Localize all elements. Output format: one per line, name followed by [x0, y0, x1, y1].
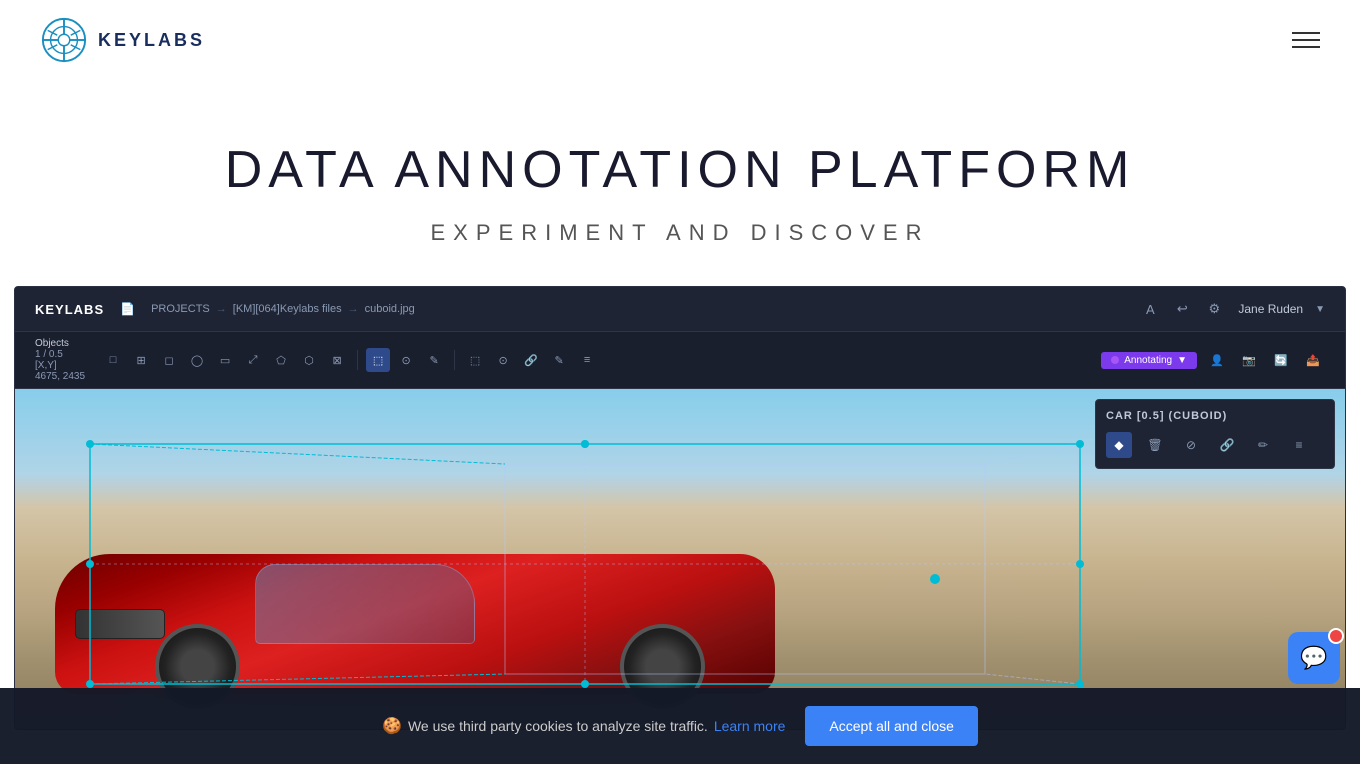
main-header: KEYLABS	[0, 0, 1360, 80]
keypoint-tool-btn[interactable]: ⊙	[394, 348, 418, 372]
windshield	[255, 564, 475, 644]
chat-widget-button[interactable]: 💬	[1288, 632, 1340, 684]
layers-tool-btn[interactable]: ≡	[575, 348, 599, 372]
annotating-label: Annotating	[1124, 355, 1172, 366]
undo-icon[interactable]: ↩	[1170, 297, 1194, 321]
app-header-bar: KEYLABS 📄 PROJECTS → [KM][064]Keylabs fi…	[15, 287, 1345, 332]
keylabs-logo-icon	[40, 16, 88, 64]
rect-tool-btn[interactable]: ▭	[213, 348, 237, 372]
bbox-tool-btn[interactable]: ⬚	[366, 348, 390, 372]
hero-section: DATA ANNOTATION PLATFORM EXPERIMENT AND …	[0, 80, 1360, 286]
hero-title: DATA ANNOTATION PLATFORM	[20, 140, 1340, 200]
toolbar-separator-2	[454, 350, 455, 370]
learn-more-link[interactable]: Learn more	[714, 718, 786, 734]
annotating-chevron: ▼	[1177, 355, 1187, 366]
shape-tool-btn[interactable]: ⬠	[269, 348, 293, 372]
app-toolbar: Objects 1 / 0.5 [X,Y] 4675, 2435 □ ⊞ ◻ ◯…	[15, 332, 1345, 389]
app-canvas-area: CAR [0.5] (CUBOID) ◆ 🗑 ⊘ 🔗 ✏ ≡	[15, 389, 1345, 729]
panel-delete-icon[interactable]: 🗑	[1142, 432, 1168, 458]
logo-container: KEYLABS	[40, 16, 205, 64]
accept-cookies-button[interactable]: Accept all and close	[805, 706, 978, 746]
cookie-banner: 🍪 We use third party cookies to analyze …	[0, 688, 1360, 764]
hero-subtitle: EXPERIMENT AND DISCOVER	[20, 220, 1340, 246]
tool-10[interactable]: ⊙	[491, 348, 515, 372]
app-doc-icon: 📄	[120, 302, 135, 316]
panel-edit-icon[interactable]: ✏	[1250, 432, 1276, 458]
menu-line-1	[1292, 32, 1320, 34]
export-tool-btn[interactable]: 📤	[1301, 348, 1325, 372]
mask-tool-btn[interactable]: ⊠	[325, 348, 349, 372]
headlight	[75, 609, 165, 639]
camera-tool-btn[interactable]: 📷	[1237, 348, 1261, 372]
panel-title-label: CAR [0.5] (CUBOID)	[1106, 410, 1324, 422]
user-chevron-icon[interactable]: ▼	[1315, 304, 1325, 315]
panel-point-icon[interactable]: ◆	[1106, 432, 1132, 458]
tool-9[interactable]: ⬚	[463, 348, 487, 372]
logo-text: KEYLABS	[98, 30, 205, 51]
panel-cancel-icon[interactable]: ⊘	[1178, 432, 1204, 458]
select-tool-btn[interactable]: □	[101, 348, 125, 372]
chat-bubble-icon: 💬	[1300, 645, 1327, 671]
hamburger-menu-button[interactable]	[1292, 32, 1320, 48]
breadcrumb-folder: [KM][064]Keylabs files	[233, 303, 342, 315]
coords-label: [X,Y]	[35, 360, 85, 371]
property-panel: CAR [0.5] (CUBOID) ◆ 🗑 ⊘ 🔗 ✏ ≡	[1095, 399, 1335, 469]
breadcrumb-arrow-1: →	[216, 303, 227, 315]
objects-info-panel: Objects 1 / 0.5 [X,Y] 4675, 2435	[35, 338, 85, 382]
refresh-tool-btn[interactable]: 🔄	[1269, 348, 1293, 372]
panel-link-icon[interactable]: 🔗	[1214, 432, 1240, 458]
app-screenshot: KEYLABS 📄 PROJECTS → [KM][064]Keylabs fi…	[14, 286, 1346, 730]
annotating-status-badge[interactable]: Annotating ▼	[1101, 352, 1197, 369]
header-tool-icons: A ↩ ⚙	[1138, 297, 1226, 321]
user-name-label: Jane Ruden	[1238, 302, 1303, 316]
car-illustration	[55, 449, 805, 709]
menu-line-2	[1292, 39, 1320, 41]
expand-tool-btn[interactable]: ⤢	[241, 348, 265, 372]
objects-value: 1 / 0.5	[35, 349, 85, 360]
breadcrumb: PROJECTS → [KM][064]Keylabs files → cubo…	[151, 303, 415, 315]
coords-value: 4675, 2435	[35, 371, 85, 382]
text-tool-icon[interactable]: A	[1138, 297, 1162, 321]
link-tool-btn[interactable]: 🔗	[519, 348, 543, 372]
polygon-tool-btn[interactable]: ◻	[157, 348, 181, 372]
panel-layers-icon[interactable]: ≡	[1286, 432, 1312, 458]
menu-line-3	[1292, 46, 1320, 48]
cookie-text-label: We use third party cookies to analyze si…	[408, 718, 708, 734]
cookie-message: 🍪 We use third party cookies to analyze …	[382, 716, 785, 736]
toolbar-tools-group: □ ⊞ ◻ ◯ ▭ ⤢ ⬠ ⬡ ⊠ ⬚ ⊙ ✎ ⬚ ⊙ 🔗 ✎ ≡	[101, 348, 599, 372]
annotating-dot	[1111, 356, 1119, 364]
circle-tool-btn[interactable]: ◯	[185, 348, 209, 372]
objects-label: Objects	[35, 338, 85, 349]
panel-action-icons: ◆ 🗑 ⊘ 🔗 ✏ ≡	[1106, 432, 1324, 458]
breadcrumb-projects: PROJECTS	[151, 303, 210, 315]
hex-tool-btn[interactable]: ⬡	[297, 348, 321, 372]
toolbar-right-area: Annotating ▼ 👤 📷 🔄 📤	[1101, 348, 1325, 372]
toolbar-separator-1	[357, 350, 358, 370]
breadcrumb-arrow-2: →	[348, 303, 359, 315]
app-header-right: A ↩ ⚙ Jane Ruden ▼	[1138, 297, 1325, 321]
settings-icon[interactable]: ⚙	[1202, 297, 1226, 321]
cookie-icon: 🍪	[382, 716, 402, 736]
chat-notification-badge	[1328, 628, 1344, 644]
person-tool-btn[interactable]: 👤	[1205, 348, 1229, 372]
breadcrumb-file: cuboid.jpg	[365, 303, 415, 315]
app-logo-text: KEYLABS	[35, 302, 104, 317]
pen-tool-btn[interactable]: ✎	[422, 348, 446, 372]
edit-tool-btn[interactable]: ✎	[547, 348, 571, 372]
grid-tool-btn[interactable]: ⊞	[129, 348, 153, 372]
